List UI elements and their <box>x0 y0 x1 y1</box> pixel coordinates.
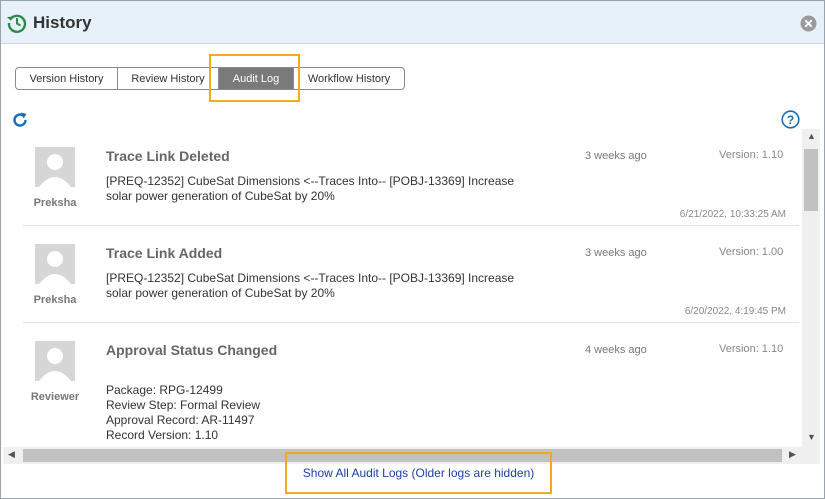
entry-description: [PREQ-12352] CubeSat Dimensions <--Trace… <box>106 174 566 204</box>
entry-timestamp: 6/21/2022, 10:33:25 AM <box>679 209 786 220</box>
entry-title: Approval Status Changed <box>106 342 278 358</box>
user-name: Preksha <box>33 294 77 306</box>
entry-title: Trace Link Deleted <box>106 148 230 164</box>
avatar <box>35 147 75 187</box>
tab-workflow-history[interactable]: Workflow History <box>294 67 405 90</box>
show-all-audit-logs-link[interactable]: Show All Audit Logs (Older logs are hidd… <box>285 452 552 494</box>
entry-version: Version: 1.10 <box>719 343 784 355</box>
entry-relative-time: 3 weeks ago <box>585 247 647 259</box>
entry-relative-time: 3 weeks ago <box>585 150 647 162</box>
entry-line: Record Version: 1.10 <box>106 428 219 442</box>
panel-title: History <box>33 13 92 32</box>
refresh-icon[interactable] <box>11 111 29 129</box>
list-item: Preksha Trace Link Added 3 weeks ago Ver… <box>23 226 799 323</box>
entry-line: solar power generation of CubeSat by 20% <box>106 286 335 300</box>
entry-version: Version: 1.00 <box>719 246 784 258</box>
scroll-left-icon[interactable]: ◀ <box>8 449 15 460</box>
entry-timestamp: 6/20/2022, 4:19:45 PM <box>684 306 786 317</box>
scroll-right-icon[interactable]: ▶ <box>789 449 796 460</box>
tab-version-history[interactable]: Version History <box>15 67 118 90</box>
history-panel: History Version History Review History A… <box>0 0 825 499</box>
user-name: Preksha <box>33 197 77 209</box>
avatar <box>35 341 75 381</box>
help-icon[interactable]: ? <box>781 110 800 129</box>
tab-review-history[interactable]: Review History <box>118 67 219 90</box>
scrollbar-corner <box>802 447 820 464</box>
entry-line: [PREQ-12352] CubeSat Dimensions <--Trace… <box>106 271 515 285</box>
audit-log-tab-highlight <box>209 54 300 102</box>
entry-relative-time: 4 weeks ago <box>585 344 647 356</box>
user-name: Reviewer <box>30 391 80 403</box>
list-item: Preksha Trace Link Deleted 3 weeks ago V… <box>23 129 799 226</box>
panel-header: History <box>1 1 824 44</box>
scroll-down-icon[interactable]: ▼ <box>807 432 816 442</box>
entry-line: Approval Record: AR-11497 <box>106 413 255 427</box>
entry-description: Package: RPG-12499 Review Step: Formal R… <box>106 383 566 443</box>
history-clock-icon <box>7 14 27 33</box>
close-icon[interactable] <box>800 15 817 32</box>
scroll-up-icon[interactable]: ▲ <box>807 131 816 141</box>
entry-line: Package: RPG-12499 <box>106 383 223 397</box>
entry-title: Trace Link Added <box>106 245 223 261</box>
entry-version: Version: 1.10 <box>719 149 784 161</box>
entry-line: solar power generation of CubeSat by 20% <box>106 189 335 203</box>
entry-line: Review Step: Formal Review <box>106 398 261 412</box>
avatar <box>35 244 75 284</box>
vertical-scroll-thumb[interactable] <box>804 149 818 211</box>
entry-description: [PREQ-12352] CubeSat Dimensions <--Trace… <box>106 271 566 301</box>
entry-line: [PREQ-12352] CubeSat Dimensions <--Trace… <box>106 174 515 188</box>
audit-log-list: Preksha Trace Link Deleted 3 weeks ago V… <box>23 129 799 447</box>
svg-text:?: ? <box>787 113 794 127</box>
vertical-scrollbar[interactable]: ▲ ▼ <box>802 129 820 447</box>
list-item: Reviewer Approval Status Changed 4 weeks… <box>23 323 799 442</box>
